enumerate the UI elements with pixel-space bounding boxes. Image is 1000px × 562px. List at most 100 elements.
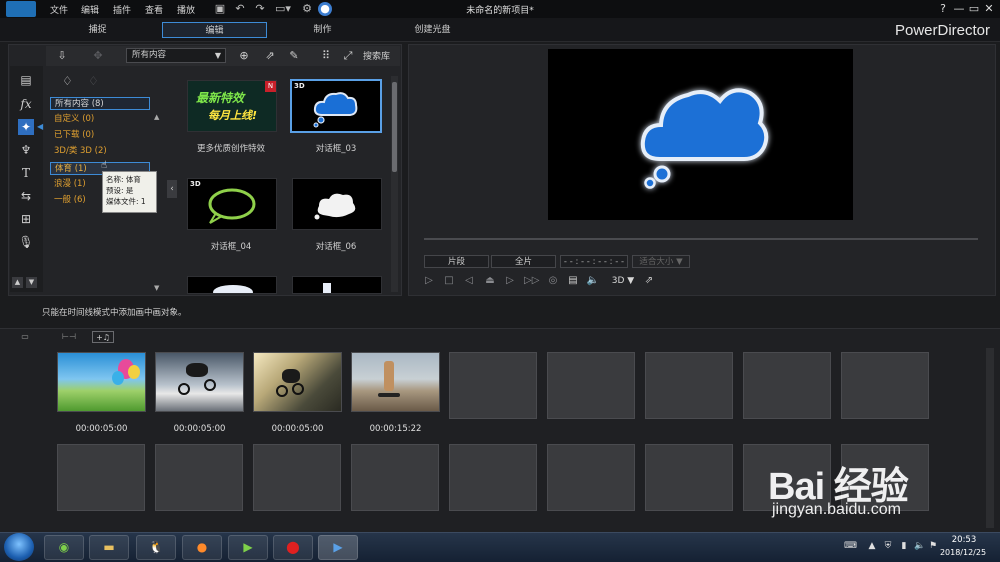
- maximize-button[interactable]: ▭: [967, 2, 981, 16]
- timecode-display[interactable]: - - : - - : - - : - -: [560, 255, 628, 268]
- tab-capture[interactable]: 捕捉: [55, 22, 140, 38]
- help-button[interactable]: ?: [936, 2, 950, 16]
- library-item-partial[interactable]: [292, 276, 382, 294]
- library-item-dialog-04[interactable]: 3D: [187, 178, 277, 230]
- user-account-icon[interactable]: ●: [318, 2, 332, 16]
- firefox-icon[interactable]: ●: [182, 535, 222, 560]
- scroll-up-icon[interactable]: ▲: [12, 277, 23, 288]
- movie-mode-button[interactable]: 全片: [491, 255, 556, 268]
- storyboard-slot[interactable]: [253, 444, 341, 511]
- subtitle-icon[interactable]: ▤: [566, 274, 580, 288]
- next-frame-icon[interactable]: ▷: [503, 274, 517, 288]
- library-item-dialog-03[interactable]: 3D: [290, 79, 382, 133]
- library-scrollbar[interactable]: [391, 76, 398, 292]
- minimize-button[interactable]: —: [952, 2, 966, 16]
- powerdirector-taskbar-icon[interactable]: ▶: [318, 535, 358, 560]
- undock-preview-icon[interactable]: ⇗: [642, 274, 656, 288]
- storyboard-slot[interactable]: [645, 352, 733, 419]
- clock-time[interactable]: 20:53: [944, 535, 984, 545]
- screen-recorder-icon[interactable]: ⬤: [273, 535, 313, 560]
- media-room-icon[interactable]: ▤: [18, 72, 34, 88]
- storyboard-slot[interactable]: [645, 444, 733, 511]
- volume-icon[interactable]: 🔈: [586, 274, 600, 288]
- particle-room-icon[interactable]: ♆: [18, 142, 34, 158]
- scroll-down-icon[interactable]: ▼: [154, 284, 159, 292]
- storyboard-view-icon[interactable]: ⊢⊣: [58, 331, 80, 343]
- timeline-view-icon[interactable]: ▭: [14, 331, 36, 343]
- file-explorer-icon[interactable]: ▬: [89, 535, 129, 560]
- scroll-up-icon[interactable]: ▲: [154, 113, 159, 121]
- library-item-promo[interactable]: 最新特效 每月上线! N: [187, 80, 277, 132]
- storyboard-clip-4[interactable]: [351, 352, 440, 412]
- redo-icon[interactable]: ↷: [253, 2, 267, 16]
- storyboard-slot[interactable]: [841, 352, 929, 419]
- pip-room-icon[interactable]: ✦: [18, 119, 34, 135]
- storyboard-slot[interactable]: [155, 444, 243, 511]
- storyboard-clip-2[interactable]: [155, 352, 244, 412]
- snapshot-icon[interactable]: ◎: [546, 274, 560, 288]
- stop-icon[interactable]: □: [442, 274, 456, 288]
- security-icon[interactable]: ⛨: [882, 540, 894, 552]
- voiceover-icon[interactable]: 🎙: [18, 234, 34, 250]
- menu-file[interactable]: 文件: [50, 3, 68, 16]
- storyboard-slot[interactable]: [449, 444, 537, 511]
- menu-view[interactable]: 查看: [145, 3, 163, 16]
- tray-expand-icon[interactable]: ▲: [866, 540, 878, 552]
- media-player-icon[interactable]: ▶: [228, 535, 268, 560]
- storyboard-slot[interactable]: [449, 352, 537, 419]
- fast-forward-icon[interactable]: ▷▷: [524, 274, 539, 288]
- library-filter-select[interactable]: 所有内容 ▼: [126, 48, 226, 63]
- storyboard-slot[interactable]: [547, 444, 635, 511]
- add-template-icon[interactable]: ⊕: [236, 48, 252, 64]
- close-button[interactable]: ✕: [982, 2, 996, 16]
- title-room-icon[interactable]: T: [18, 165, 34, 181]
- network-icon[interactable]: ▮: [898, 540, 910, 552]
- menu-plugins[interactable]: 插件: [113, 3, 131, 16]
- qq-icon[interactable]: 🐧: [136, 535, 176, 560]
- split-icon[interactable]: ⏏: [483, 274, 497, 288]
- storyboard-clip-1[interactable]: [57, 352, 146, 412]
- previous-frame-icon[interactable]: ◁: [462, 274, 476, 288]
- clip-mode-button[interactable]: 片段: [424, 255, 489, 268]
- import-icon[interactable]: ⇩: [54, 48, 70, 64]
- browser-360-icon[interactable]: ◉: [44, 535, 84, 560]
- category-all[interactable]: 所有内容 (8): [50, 97, 150, 110]
- expand-icon[interactable]: ⤢: [340, 48, 356, 64]
- menu-playback[interactable]: 播放: [177, 3, 195, 16]
- category-custom[interactable]: 自定义 (0): [50, 113, 150, 126]
- play-icon[interactable]: ▷: [422, 274, 436, 288]
- storyboard-slot[interactable]: [351, 444, 439, 511]
- category-downloaded[interactable]: 已下载 (0): [50, 129, 150, 142]
- clock-date[interactable]: 2018/12/25: [934, 548, 992, 557]
- audio-mixing-icon[interactable]: ⊞: [18, 211, 34, 227]
- 3d-mode-button[interactable]: 3D ▼: [608, 274, 638, 288]
- storyboard-scrollbar[interactable]: [986, 348, 994, 528]
- keyboard-icon[interactable]: ⌨: [844, 540, 857, 552]
- start-button[interactable]: [4, 533, 34, 561]
- category-3d[interactable]: 3D/类 3D (2): [50, 145, 150, 158]
- menu-edit[interactable]: 编辑: [81, 3, 99, 16]
- save-icon[interactable]: ▣: [213, 2, 227, 16]
- storyboard-slot[interactable]: [57, 444, 145, 511]
- collapse-category-icon[interactable]: ‹: [167, 180, 177, 198]
- fx-room-icon[interactable]: fx: [18, 96, 34, 112]
- tab-produce[interactable]: 制作: [280, 22, 365, 38]
- library-item-partial[interactable]: [187, 276, 277, 294]
- storyboard-clip-3[interactable]: [253, 352, 342, 412]
- add-tag-icon[interactable]: ♢: [62, 74, 73, 88]
- scroll-down-icon[interactable]: ▼: [26, 277, 37, 288]
- undo-icon[interactable]: ↶: [233, 2, 247, 16]
- aspect-ratio-icon[interactable]: ▭▾: [272, 2, 294, 16]
- scrollbar-thumb[interactable]: [392, 82, 397, 172]
- edit-pencil-icon[interactable]: ✎: [286, 48, 302, 64]
- settings-icon[interactable]: ⚙: [300, 2, 314, 16]
- preview-scrubber[interactable]: [424, 238, 978, 240]
- speaker-icon[interactable]: 🔈: [914, 540, 926, 552]
- tab-edit[interactable]: 编辑: [162, 22, 267, 38]
- storyboard-slot[interactable]: [743, 352, 831, 419]
- add-music-icon[interactable]: +♫: [92, 331, 114, 343]
- tab-create-disc[interactable]: 创建光盘: [390, 22, 475, 38]
- search-library-button[interactable]: 搜索库: [363, 49, 390, 62]
- storyboard-slot[interactable]: [547, 352, 635, 419]
- export-template-icon[interactable]: ⇗: [262, 48, 278, 64]
